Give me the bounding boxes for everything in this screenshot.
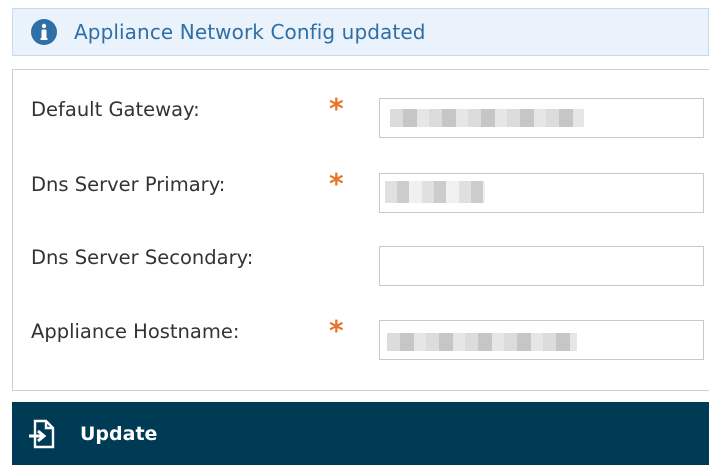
- dns-primary-required-mark: *: [329, 167, 344, 200]
- dns-primary-label: Dns Server Primary:: [31, 173, 226, 196]
- default-gateway-required-mark: *: [329, 92, 344, 125]
- notice-message: Appliance Network Config updated: [74, 20, 426, 44]
- document-arrow-icon: [29, 419, 55, 448]
- default-gateway-row: Default Gateway: *: [13, 92, 709, 148]
- default-gateway-label: Default Gateway:: [31, 98, 200, 121]
- update-button[interactable]: Update: [12, 402, 709, 465]
- default-gateway-input[interactable]: [379, 98, 704, 138]
- network-config-form: Default Gateway: * Dns Server Primary: *…: [12, 69, 709, 391]
- appliance-hostname-label: Appliance Hostname:: [31, 320, 240, 343]
- dns-primary-row: Dns Server Primary: *: [13, 167, 709, 223]
- network-config-page: Appliance Network Config updated Default…: [0, 0, 709, 465]
- info-circle-icon: [31, 19, 57, 45]
- appliance-hostname-input[interactable]: [379, 320, 704, 360]
- success-notice: Appliance Network Config updated: [12, 8, 709, 56]
- appliance-hostname-required-mark: *: [329, 314, 344, 347]
- dns-secondary-row: Dns Server Secondary:: [13, 246, 709, 296]
- dns-secondary-label: Dns Server Secondary:: [31, 246, 254, 269]
- update-button-label: Update: [80, 422, 158, 445]
- dns-secondary-input[interactable]: [379, 246, 704, 286]
- dns-primary-input[interactable]: [379, 173, 704, 213]
- appliance-hostname-row: Appliance Hostname: *: [13, 314, 709, 370]
